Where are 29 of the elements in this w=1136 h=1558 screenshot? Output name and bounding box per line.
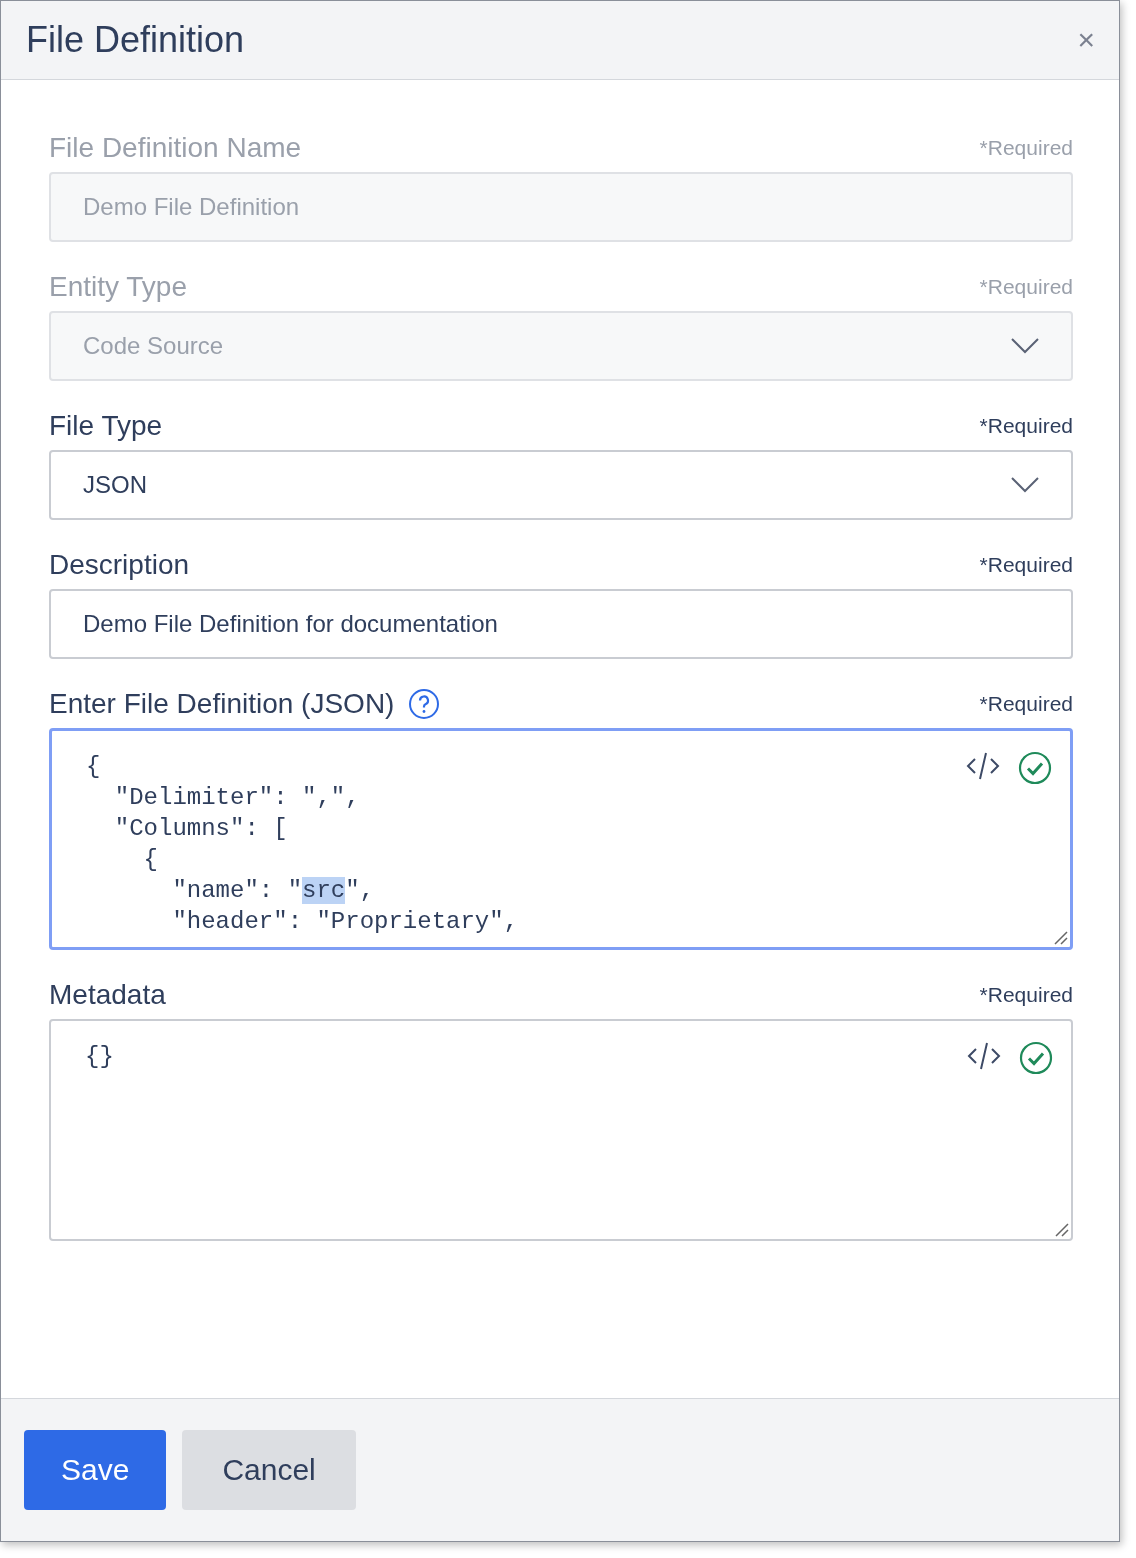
code-editor[interactable]: {} [49,1019,1073,1241]
field-label: Enter File Definition (JSON) [49,688,395,720]
save-button[interactable]: Save [24,1430,167,1510]
text-field[interactable]: Demo File Definition for documentation [49,589,1073,659]
field-label: File Type [49,410,163,442]
close-button[interactable]: × [1077,25,1095,55]
code-text: {} [85,1042,114,1072]
code-icon[interactable] [967,1041,1001,1071]
code-icon[interactable] [966,751,1000,781]
dropdown-field[interactable]: JSON [49,450,1073,520]
required-note: *Required [979,136,1073,160]
code-editor[interactable]: { "Delimiter": ",", "Columns": [ { "name": "src", "header": "Proprietary", [49,728,1073,950]
resize-handle-icon[interactable] [1052,929,1068,945]
help-icon[interactable] [408,688,441,720]
field-label: Description [49,549,190,581]
field-label: File Definition Name [49,132,302,164]
required-note: *Required [979,692,1073,716]
required-note: *Required [979,275,1073,299]
cancel-button[interactable]: Cancel [182,1430,356,1510]
dialog-title: File Definition [26,19,245,61]
code-text: { "Delimiter": ",", "Columns": [ { "name": "src", "header": "Proprietary", [86,752,519,937]
chevron-down-icon [1011,477,1039,493]
resize-handle-icon[interactable] [1053,1221,1069,1237]
required-note: *Required [979,553,1073,577]
required-note: *Required [979,983,1073,1007]
field-label: Entity Type [49,271,187,303]
field-label: Metadata [49,979,166,1011]
chevron-down-icon [1011,338,1039,354]
required-note: *Required [979,414,1073,438]
